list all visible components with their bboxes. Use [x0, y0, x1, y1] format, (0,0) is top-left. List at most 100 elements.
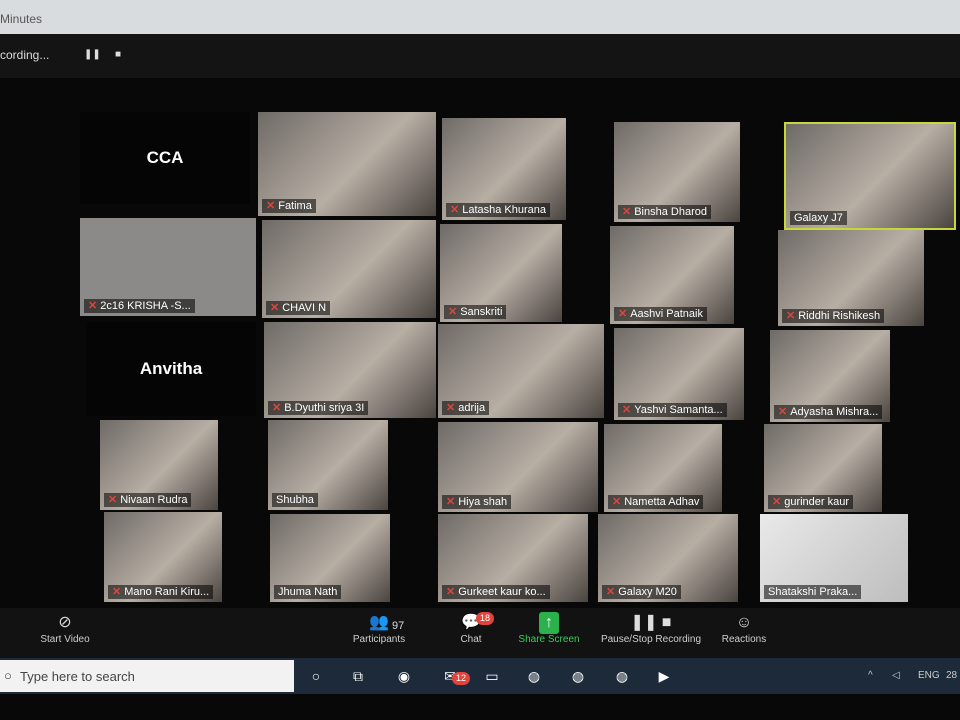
pause-icon[interactable]: ❚❚ — [84, 49, 101, 61]
muted-mic-icon: ✕ — [446, 402, 456, 414]
participant-tile[interactable]: ✕ gurinder kaur — [764, 424, 882, 512]
language-indicator[interactable]: ENG — [918, 670, 940, 681]
muted-mic-icon: ✕ — [446, 586, 456, 598]
search-icon: ○ — [4, 668, 12, 683]
recording-bar: cording... ❚❚ ■ — [0, 34, 960, 78]
participant-tile[interactable]: ✕ Galaxy M20 — [598, 514, 738, 602]
windows-taskbar: ○ Type here to search ○ ⧉ ◉ ✉ 12 ▭ ◍ ◍ ◍… — [0, 658, 960, 694]
participant-name: gurinder kaur — [784, 496, 850, 508]
muted-mic-icon: ✕ — [450, 204, 460, 216]
task-view-icon[interactable]: ⧉ — [346, 664, 370, 688]
monitor-bezel — [0, 694, 960, 720]
muted-mic-icon: ✕ — [108, 494, 118, 506]
participant-name: CCA — [146, 148, 184, 167]
participant-tile[interactable]: ✕ Yashvi Samanta... — [614, 328, 744, 420]
participant-name: Shatakshi Praka... — [768, 586, 858, 598]
meeting-toolbar: ⊘ Start Video 👥 Participants 97 💬 Chat 1… — [0, 608, 960, 658]
participant-name: Galaxy J7 — [794, 212, 843, 224]
zoom-icon[interactable]: ▶ — [652, 664, 676, 688]
participant-tile[interactable]: ✕ CHAVI N — [262, 220, 436, 318]
muted-mic-icon: ✕ — [88, 300, 98, 312]
participants-count: 97 — [392, 620, 405, 632]
participant-tile[interactable]: ✕ Hiya shah — [438, 422, 598, 512]
muted-mic-icon: ✕ — [618, 308, 628, 320]
participant-tile[interactable]: ✕ Aashvi Patnaik — [610, 226, 734, 324]
participant-tile[interactable]: ✕ Adyasha Mishra... — [770, 330, 890, 422]
reactions-button[interactable]: ☺ Reactions — [716, 612, 772, 645]
muted-mic-icon: ✕ — [622, 404, 632, 416]
participant-tile[interactable]: ✕ Latasha Khurana — [442, 118, 566, 220]
participant-tile[interactable]: ✕ 2c16 KRISHA -S... — [80, 218, 256, 316]
mail-badge: 12 — [452, 672, 471, 685]
chrome-icon[interactable]: ◍ — [610, 664, 634, 688]
muted-mic-icon: ✕ — [112, 586, 122, 598]
participant-name: Latasha Khurana — [462, 204, 547, 216]
clock: 28 — [946, 670, 958, 681]
participant-tile[interactable]: ✕ Riddhi Rishikesh — [778, 230, 924, 326]
participant-name: 2c16 KRISHA -S... — [100, 300, 191, 312]
participant-name: B.Dyuthi sriya 3I — [284, 402, 365, 414]
window-title: Minutes — [0, 12, 43, 26]
participant-tile[interactable]: ✕ Sanskriti — [440, 224, 562, 322]
active-speaker-tile[interactable]: Galaxy J7 — [784, 122, 956, 230]
share-screen-button[interactable]: ↑ Share Screen — [512, 612, 586, 645]
participant-name: Nivaan Rudra — [120, 494, 188, 506]
volume-icon[interactable]: ◁ — [892, 670, 900, 681]
muted-mic-icon: ✕ — [786, 310, 796, 322]
muted-mic-icon: ✕ — [270, 302, 280, 314]
participant-tile[interactable]: ✕ Binsha Dharod — [614, 122, 740, 222]
participant-name: CHAVI N — [282, 302, 327, 314]
muted-mic-icon: ✕ — [606, 586, 616, 598]
participant-tile[interactable]: Shatakshi Praka... — [760, 514, 908, 602]
title-bar: Minutes — [0, 0, 960, 34]
participant-name: Sanskriti — [460, 306, 503, 318]
chrome-icon[interactable]: ◍ — [522, 664, 546, 688]
start-video-button[interactable]: ⊘ Start Video — [30, 612, 100, 645]
muted-mic-icon: ✕ — [272, 402, 282, 414]
participant-tile[interactable]: ✕ adrija — [438, 324, 604, 418]
participant-name: Yashvi Samanta... — [634, 404, 723, 416]
participant-name: Shubha — [276, 494, 314, 506]
muted-mic-icon: ✕ — [778, 406, 788, 418]
edge-icon[interactable]: ◉ — [392, 664, 416, 688]
chat-badge: 18 — [476, 612, 495, 625]
muted-mic-icon: ✕ — [622, 206, 632, 218]
participant-name: Mano Rani Kiru... — [124, 586, 210, 598]
participant-tile[interactable]: ✕ Fatima — [258, 112, 436, 216]
pause-stop-recording-button[interactable]: ❚❚ ■ Pause/Stop Recording — [596, 612, 706, 645]
participant-tile[interactable]: Jhuma Nath — [270, 514, 390, 602]
muted-mic-icon: ✕ — [266, 200, 276, 212]
participant-name: Gurkeet kaur ko... — [458, 586, 546, 598]
participant-name: Adyasha Mishra... — [790, 406, 879, 418]
pause-stop-icon: ❚❚ ■ — [630, 614, 672, 631]
file-explorer-icon[interactable]: ▭ — [480, 664, 504, 688]
participant-tile[interactable]: ✕ B.Dyuthi sriya 3I — [264, 322, 436, 418]
share-arrow-icon: ↑ — [539, 612, 559, 634]
muted-mic-icon: ✕ — [772, 496, 782, 508]
chevron-up-icon[interactable]: ^ — [868, 670, 873, 681]
gallery-view: CCA ✕ Fatima ✕ Latasha Khurana ✕ Binsha Dha… — [0, 78, 960, 608]
participant-name: Hiya shah — [458, 496, 508, 508]
participant-name: Anvitha — [139, 359, 203, 378]
participant-name: Galaxy M20 — [618, 586, 677, 598]
reactions-icon: ☺ — [735, 614, 753, 631]
participant-name: adrija — [458, 402, 486, 414]
participant-tile[interactable]: ✕ Mano Rani Kiru... — [104, 512, 222, 602]
stop-icon[interactable]: ■ — [112, 49, 124, 61]
cortana-icon[interactable]: ○ — [304, 664, 328, 688]
participant-tile[interactable]: ✕ Gurkeet kaur ko... — [438, 514, 588, 602]
participant-name: Jhuma Nath — [278, 586, 338, 598]
participant-tile[interactable]: CCA — [80, 112, 250, 204]
chat-button[interactable]: 💬 Chat 18 — [446, 612, 496, 645]
search-box[interactable]: ○ Type here to search — [0, 660, 294, 692]
chrome-icon[interactable]: ◍ — [566, 664, 590, 688]
participant-name: Nametta Adhav — [624, 496, 700, 508]
participant-tile[interactable]: Shubha — [268, 420, 388, 510]
participant-tile[interactable]: ✕ Nivaan Rudra — [100, 420, 218, 510]
participant-tile[interactable]: ✕ Nametta Adhav — [604, 424, 722, 512]
participant-name: Fatima — [278, 200, 312, 212]
participant-tile[interactable]: Anvitha — [86, 322, 256, 416]
participant-name: Binsha Dharod — [634, 206, 707, 218]
video-off-icon: ⊘ — [58, 614, 72, 631]
participant-name: Riddhi Rishikesh — [798, 310, 881, 322]
